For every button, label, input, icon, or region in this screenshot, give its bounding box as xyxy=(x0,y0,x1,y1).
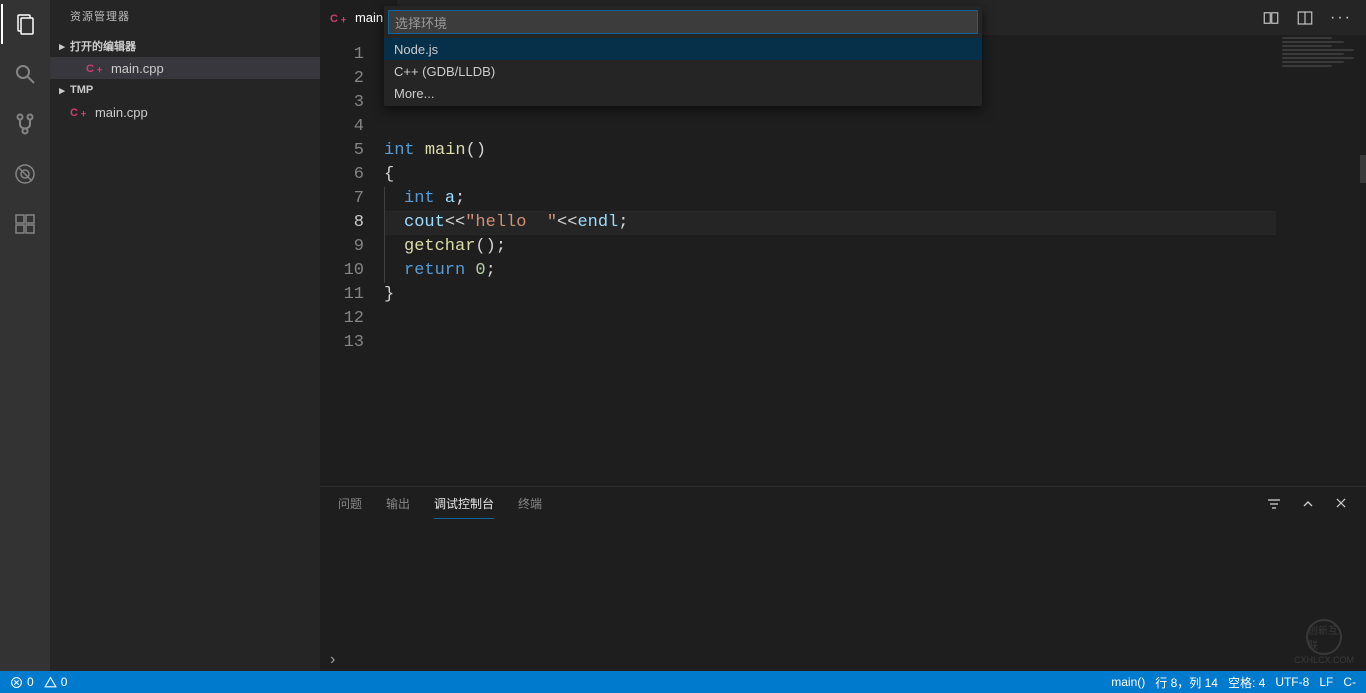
status-encoding[interactable]: UTF-8 xyxy=(1275,675,1309,689)
status-language[interactable]: C- xyxy=(1343,675,1356,689)
quick-pick-list: Node.jsC++ (GDB/LLDB)More... xyxy=(384,38,982,106)
quick-pick: 选择环境 Node.jsC++ (GDB/LLDB)More... xyxy=(384,6,982,106)
panel-filter-icon[interactable] xyxy=(1266,496,1282,512)
bottom-panel: 问题 输出 调试控制台 终端 › xyxy=(320,486,1366,671)
quick-pick-input[interactable]: 选择环境 xyxy=(388,10,978,34)
quick-pick-item[interactable]: Node.js xyxy=(384,38,982,60)
split-editor-icon[interactable] xyxy=(1296,9,1314,27)
chevron-down-icon: ▸ xyxy=(54,84,70,97)
panel-tab-output[interactable]: 输出 xyxy=(386,489,410,519)
status-indent[interactable]: 空格: 4 xyxy=(1228,674,1265,691)
status-cursor-position[interactable]: 行 8，列 14 xyxy=(1155,674,1218,691)
cpp-file-icon: C﹢ xyxy=(70,104,89,120)
explorer-icon[interactable] xyxy=(1,8,49,40)
status-symbol[interactable]: main() xyxy=(1111,675,1145,689)
minimap[interactable] xyxy=(1276,35,1366,486)
source-control-icon[interactable] xyxy=(1,108,49,140)
cpp-file-icon: C﹢ xyxy=(330,10,349,26)
panel-body[interactable] xyxy=(320,520,1366,649)
panel-tab-debug-console[interactable]: 调试控制台 xyxy=(434,489,494,519)
line-number-gutter: 12345678910111213 xyxy=(320,35,384,486)
sidebar-title: 资源管理器 xyxy=(50,0,320,35)
workspace-folder-header[interactable]: ▸ TMP xyxy=(50,79,320,101)
compare-changes-icon[interactable] xyxy=(1262,9,1280,27)
chevron-down-icon: ▸ xyxy=(54,40,70,53)
cpp-file-icon: C﹢ xyxy=(86,60,105,76)
debug-icon[interactable] xyxy=(1,158,49,190)
debug-input-chevron[interactable]: › xyxy=(320,649,1366,671)
activity-bar xyxy=(0,0,50,671)
quick-pick-item[interactable]: C++ (GDB/LLDB) xyxy=(384,60,982,82)
extensions-icon[interactable] xyxy=(1,208,49,240)
panel-tab-terminal[interactable]: 终端 xyxy=(518,489,542,519)
open-editors-header[interactable]: ▸ 打开的编辑器 xyxy=(50,35,320,57)
status-bar: 0 0 main() 行 8，列 14 空格: 4 UTF-8 LF C- xyxy=(0,671,1366,693)
panel-close-icon[interactable] xyxy=(1334,496,1348,512)
status-eol[interactable]: LF xyxy=(1319,675,1333,689)
search-icon[interactable] xyxy=(1,58,49,90)
open-editor-item[interactable]: C﹢ main.cpp xyxy=(50,57,320,79)
explorer-sidebar: 资源管理器 ▸ 打开的编辑器 C﹢ main.cpp ▸ TMP C﹢ main… xyxy=(50,0,320,671)
quick-pick-item[interactable]: More... xyxy=(384,82,982,104)
panel-tab-problems[interactable]: 问题 xyxy=(338,489,362,519)
status-warnings[interactable]: 0 xyxy=(44,675,68,689)
file-tree-item[interactable]: C﹢ main.cpp xyxy=(50,101,320,123)
status-errors[interactable]: 0 xyxy=(10,675,34,689)
panel-collapse-icon[interactable] xyxy=(1300,496,1316,512)
more-actions-icon[interactable]: ··· xyxy=(1330,9,1352,27)
